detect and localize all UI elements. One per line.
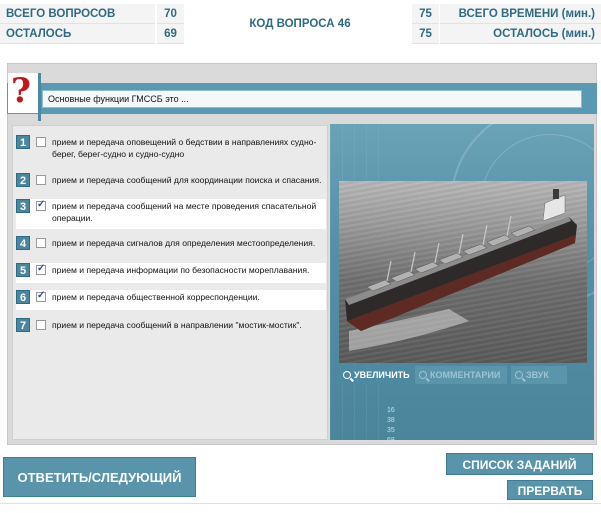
answer-number: 6: [16, 290, 30, 304]
interrupt-button[interactable]: ПРЕРВАТЬ: [507, 480, 593, 500]
question-mark-icon: ?: [8, 71, 38, 113]
answer-number: 7: [16, 318, 30, 332]
answer-option-5[interactable]: 5 прием и передача информации по безопас…: [16, 263, 326, 283]
answer-number: 4: [16, 236, 30, 250]
answer-text: прием и передача сообщений в направлении…: [52, 320, 302, 330]
magnifier-icon: [343, 371, 351, 379]
answer-checkbox-3[interactable]: [36, 199, 46, 211]
answer-option-4[interactable]: 4 прием и передача сигналов для определе…: [16, 236, 322, 250]
answer-text: прием и передача сообщений на месте пров…: [52, 201, 317, 223]
total-questions-value: 70: [157, 4, 184, 24]
answer-next-button[interactable]: ОТВЕТИТЬ/СЛЕДУЮЩИЙ: [3, 457, 196, 497]
remaining-time-value: 75: [412, 24, 439, 44]
answer-option-1[interactable]: 1 прием и передача оповещений о бедствии…: [16, 135, 322, 160]
deco-number: 35: [387, 427, 395, 434]
answer-checkbox-7[interactable]: [36, 320, 46, 330]
answer-checkbox-1[interactable]: [36, 137, 46, 147]
deco-number: 16: [387, 407, 395, 414]
answer-text: прием и передача оповещений о бедствии в…: [52, 137, 317, 159]
answer-text: прием и передача сигналов для определени…: [52, 238, 316, 248]
zoom-button[interactable]: УВЕЛИЧИТЬ: [339, 366, 411, 384]
answer-option-7[interactable]: 7 прием и передача сообщений в направлен…: [16, 318, 322, 332]
question-divider: [38, 73, 41, 121]
remaining-time-label: ОСТАЛОСЬ (мин.): [440, 24, 601, 44]
answer-checkbox-4[interactable]: [36, 238, 46, 248]
image-toolbar: УВЕЛИЧИТЬ КОММЕНТАРИИ ЗВУК: [339, 366, 587, 384]
deco-number: 68: [387, 437, 395, 444]
answer-number: 3: [16, 199, 30, 213]
total-time-label: ВСЕГО ВРЕМЕНИ (мин.): [440, 4, 601, 24]
decorative-numbers: 16 38 35 68: [387, 406, 395, 446]
task-list-button[interactable]: СПИСОК ЗАДАНИЙ: [446, 453, 593, 475]
answer-text: прием и передача сообщений для координац…: [52, 175, 322, 185]
answer-checkbox-5[interactable]: [36, 263, 46, 275]
answer-option-6[interactable]: 6 прием и передача общественной корреспо…: [16, 290, 326, 310]
answer-option-3[interactable]: 3 прием и передача сообщений на месте пр…: [16, 199, 326, 229]
answer-text: прием и передача общественной корреспонд…: [52, 292, 260, 302]
answer-checkbox-6[interactable]: [36, 290, 46, 302]
remaining-label: ОСТАЛОСЬ: [0, 24, 155, 44]
magnifier-icon: [419, 371, 427, 379]
total-time-value: 75: [412, 4, 439, 24]
answer-text: прием и передача информации по безопасно…: [52, 265, 310, 275]
magnifier-icon: [515, 371, 523, 379]
answer-number: 1: [16, 135, 30, 149]
comments-label: КОММЕНТАРИИ: [430, 370, 501, 380]
question-text: Основные функции ГМССБ это ...: [42, 90, 582, 108]
answer-option-2[interactable]: 2 прием и передача сообщений для координ…: [16, 173, 322, 187]
answer-number: 5: [16, 263, 30, 277]
deco-number: 38: [387, 417, 395, 424]
answer-number: 2: [16, 173, 30, 187]
zoom-label: УВЕЛИЧИТЬ: [354, 370, 410, 380]
remaining-value: 69: [157, 24, 184, 44]
answer-checkbox-2[interactable]: [36, 175, 46, 185]
ship-photo[interactable]: [339, 181, 587, 363]
bottom-divider: [0, 503, 601, 504]
total-questions-label: ВСЕГО ВОПРОСОВ: [0, 4, 155, 24]
bulk-carrier-image: [345, 189, 577, 351]
question-code: КОД ВОПРОСА 46: [249, 18, 351, 30]
sound-label: ЗВУК: [526, 370, 549, 380]
sound-button[interactable]: ЗВУК: [511, 366, 567, 384]
comments-button[interactable]: КОММЕНТАРИИ: [415, 366, 507, 384]
